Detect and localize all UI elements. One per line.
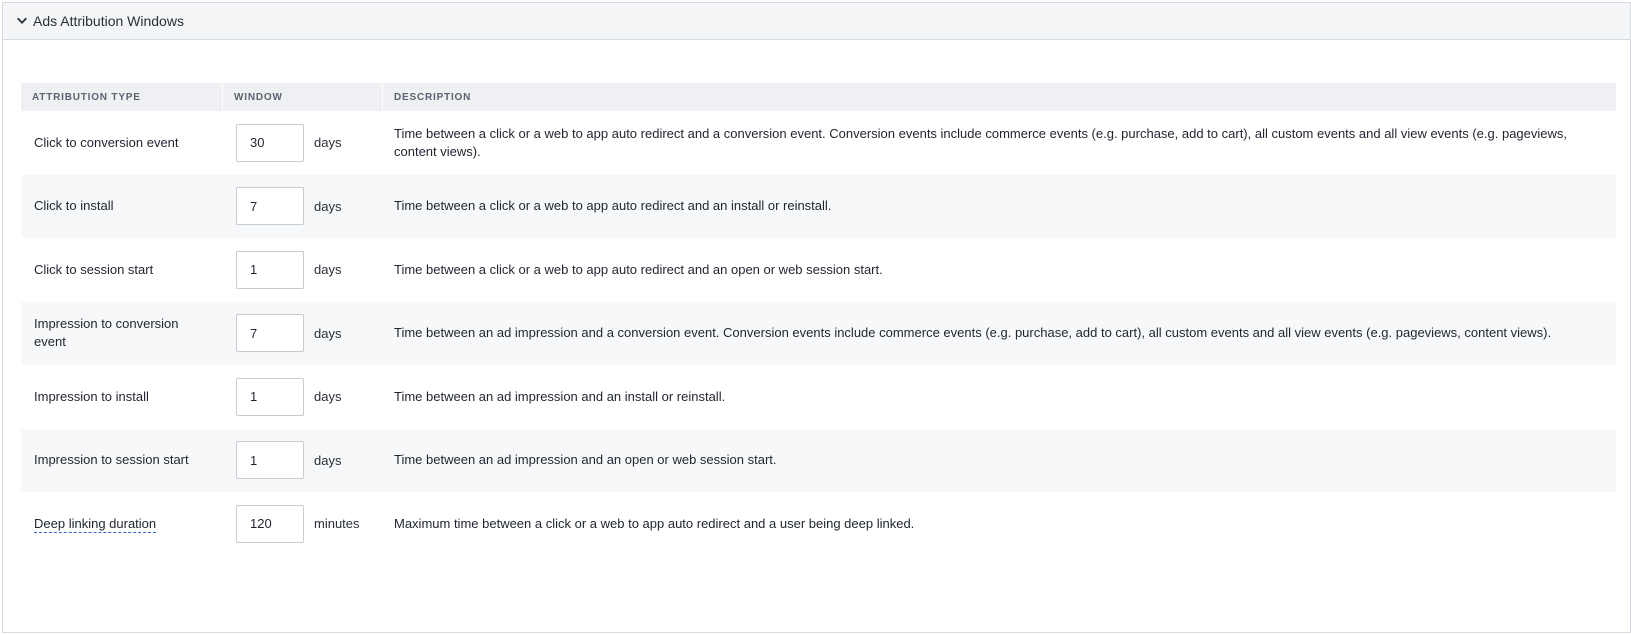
panel-title: Ads Attribution Windows (33, 13, 184, 29)
table-header: ATTRIBUTION TYPE WINDOW DESCRIPTION (21, 83, 1616, 111)
attribution-table: ATTRIBUTION TYPE WINDOW DESCRIPTION Clic… (21, 83, 1616, 556)
row-type-label: Click to conversion event (34, 134, 179, 150)
row-description: Time between an ad impression and a conv… (394, 325, 1552, 341)
window-cell: days (222, 441, 382, 480)
window-unit: days (314, 262, 342, 278)
deep-linking-type-cell: Deep linking duration (21, 515, 222, 533)
window-cell: days (222, 314, 382, 353)
row-description: Time between a click or a web to app aut… (394, 125, 1568, 159)
row-type-label: Impression to install (34, 388, 149, 404)
table-row: Deep linking duration minutes Maximum ti… (21, 492, 1616, 556)
window-unit: days (314, 325, 342, 341)
window-cell: days (222, 187, 382, 226)
window-input[interactable] (236, 187, 304, 226)
chevron-down-icon[interactable] (15, 14, 29, 28)
window-unit: days (314, 198, 342, 214)
header-description: DESCRIPTION (382, 83, 1616, 111)
window-input[interactable] (236, 314, 304, 353)
window-input[interactable] (236, 123, 304, 162)
row-type-label: Click to install (34, 198, 114, 214)
row-type-label: Click to session start (34, 261, 154, 277)
header-window: WINDOW (222, 83, 382, 111)
window-unit: days (314, 135, 342, 151)
row-type-label: Impression to conversion event (34, 316, 179, 350)
window-cell: minutes (222, 504, 382, 543)
window-cell: days (222, 123, 382, 162)
row-description: Time between an ad impression and an ins… (394, 388, 726, 404)
table-row: Click to install days Time between a cli… (21, 174, 1616, 238)
window-unit: days (314, 389, 342, 405)
table-row: Click to conversion event days Time betw… (21, 111, 1616, 175)
window-input[interactable] (236, 377, 304, 416)
window-input[interactable] (236, 441, 304, 480)
row-description: Time between an ad impression and an ope… (394, 452, 777, 468)
window-cell: days (222, 250, 382, 289)
row-description: Time between a click or a web to app aut… (394, 198, 832, 214)
row-description: Maximum time between a click or a web to… (394, 515, 915, 531)
deep-linking-tooltip-trigger[interactable]: Deep linking duration (34, 515, 157, 533)
attribution-panel: Ads Attribution Windows ATTRIBUTION TYPE… (2, 2, 1631, 633)
window-unit: minutes (314, 516, 360, 532)
table-row: Click to session start days Time between… (21, 238, 1616, 302)
header-attribution-type: ATTRIBUTION TYPE (32, 91, 141, 103)
table-row: Impression to session start days Time be… (21, 428, 1616, 492)
window-cell: days (222, 377, 382, 416)
window-input[interactable] (236, 250, 304, 289)
table-row: Impression to install days Time between … (21, 365, 1616, 429)
panel-header-toggle[interactable]: Ads Attribution Windows (3, 3, 1630, 40)
window-input[interactable] (236, 504, 304, 543)
table-row: Impression to conversion event days Time… (21, 301, 1616, 365)
window-unit: days (314, 452, 342, 468)
row-description: Time between a click or a web to app aut… (394, 261, 883, 277)
row-type-label: Impression to session start (34, 452, 189, 468)
